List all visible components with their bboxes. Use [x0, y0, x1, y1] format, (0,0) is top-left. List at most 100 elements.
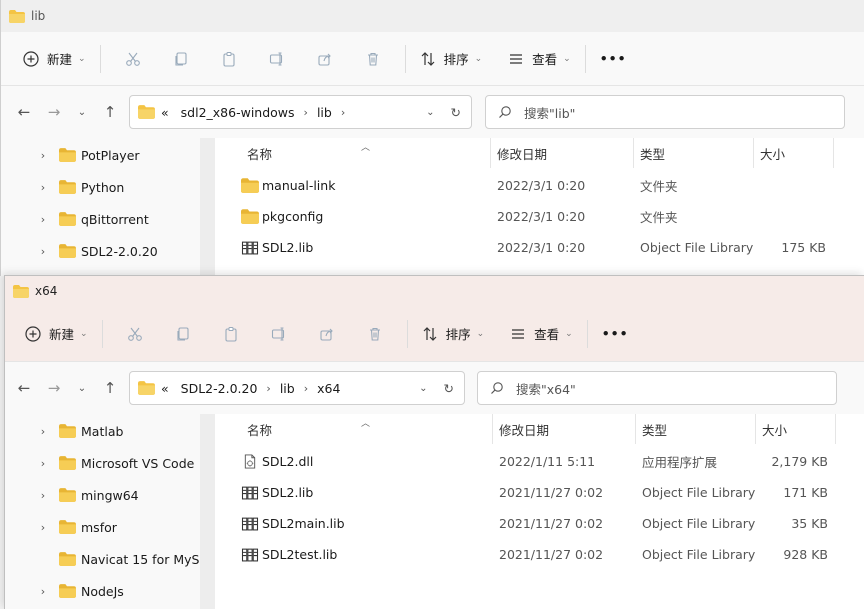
address-bar[interactable]: « SDL2-2.0.20 › lib › x64 ⌄ ↻: [129, 371, 465, 405]
chevron-right-icon[interactable]: ›: [33, 149, 53, 162]
table-row[interactable]: SDL2test.lib 2021/11/27 0:02 Object File…: [215, 539, 864, 570]
breadcrumb-overflow[interactable]: «: [161, 105, 169, 120]
table-row[interactable]: SDL2main.lib 2021/11/27 0:02 Object File…: [215, 508, 864, 539]
sidebar-item-msfor[interactable]: › msfor: [5, 511, 215, 543]
sidebar-item-sdl2[interactable]: › SDL2-2.0.20: [1, 235, 215, 267]
column-header-date[interactable]: 修改日期: [491, 138, 634, 168]
new-button[interactable]: 新建 ⌄: [19, 43, 92, 75]
breadcrumb-item[interactable]: lib: [280, 381, 295, 396]
search-box[interactable]: 搜索"x64": [477, 371, 837, 405]
sidebar-item-navicat[interactable]: Navicat 15 for MySQL: [5, 543, 215, 575]
search-box[interactable]: 搜索"lib": [485, 95, 845, 129]
sidebar-scrollbar[interactable]: [200, 138, 215, 276]
delete-button[interactable]: [349, 43, 397, 75]
navigation-pane[interactable]: › Matlab › Microsoft VS Code › mingw64 › msf…: [5, 414, 215, 609]
file-type: 文件夹: [640, 210, 678, 225]
explorer-window-lib[interactable]: lib 新建 ⌄ 排序 ⌄ 查看 ⌄ ••• ← → ⌄ ↑ « sdl2_x8…: [0, 0, 864, 276]
forward-button[interactable]: →: [39, 379, 69, 397]
file-list[interactable]: ︿ 名称 修改日期 类型 大小 manual-link 2022/3/1 0:2…: [215, 138, 864, 276]
file-name: SDL2.lib: [262, 485, 314, 500]
new-button[interactable]: 新建 ⌄: [23, 318, 94, 350]
chevron-right-icon[interactable]: ›: [33, 213, 53, 226]
share-button[interactable]: [301, 43, 349, 75]
chevron-right-icon[interactable]: ›: [33, 521, 53, 534]
chevron-right-icon[interactable]: ›: [33, 585, 53, 598]
view-button[interactable]: 查看 ⌄: [502, 43, 577, 75]
chevron-right-icon[interactable]: ›: [33, 457, 53, 470]
paste-button[interactable]: [205, 43, 253, 75]
delete-button[interactable]: [351, 318, 399, 350]
address-dropdown-icon[interactable]: ⌄: [419, 383, 427, 394]
sidebar-scrollbar[interactable]: [200, 414, 215, 609]
breadcrumb-overflow[interactable]: «: [161, 381, 169, 396]
sidebar-item-label: PotPlayer: [81, 147, 140, 163]
chevron-right-icon[interactable]: ›: [304, 382, 308, 395]
recent-locations-button[interactable]: ⌄: [69, 383, 95, 394]
sidebar-item-qbittorrent[interactable]: › qBittorrent: [1, 203, 215, 235]
view-button[interactable]: 查看 ⌄: [504, 318, 579, 350]
up-button[interactable]: ↑: [95, 379, 125, 397]
address-bar[interactable]: « sdl2_x86-windows › lib › ⌄ ↻: [129, 95, 472, 129]
column-header-date[interactable]: 修改日期: [493, 414, 636, 444]
sidebar-item-vscode[interactable]: › Microsoft VS Code: [5, 447, 215, 479]
cut-button[interactable]: [109, 43, 157, 75]
explorer-window-x64[interactable]: x64 新建 ⌄ 排序 ⌄ 查看 ⌄ ••• ← → ⌄ ↑ « SDL2-2.…: [4, 275, 864, 609]
file-date: 2022/1/11 5:11: [499, 454, 596, 469]
sort-button[interactable]: 排序 ⌄: [416, 318, 491, 350]
chevron-right-icon[interactable]: ›: [33, 245, 53, 258]
breadcrumb-item[interactable]: lib: [317, 105, 332, 120]
chevron-right-icon[interactable]: ›: [341, 106, 345, 119]
breadcrumb-item[interactable]: x64: [317, 381, 340, 396]
cut-button[interactable]: [111, 318, 159, 350]
table-row[interactable]: manual-link 2022/3/1 0:20 文件夹: [215, 170, 864, 201]
more-options-button[interactable]: •••: [594, 43, 633, 75]
rename-button[interactable]: [253, 43, 301, 75]
title-bar[interactable]: x64: [5, 276, 864, 306]
column-header-size[interactable]: 大小: [754, 138, 834, 168]
paste-button[interactable]: [207, 318, 255, 350]
arrow-right-icon: →: [47, 103, 61, 121]
column-header-type[interactable]: 类型: [634, 138, 754, 168]
sidebar-item-nodejs[interactable]: › NodeJs: [5, 575, 215, 607]
copy-button[interactable]: [157, 43, 205, 75]
refresh-icon[interactable]: ↻: [451, 105, 461, 120]
file-list[interactable]: ︿ 名称 修改日期 类型 大小 SDL2.dll 2022/1/11 5:11 …: [215, 414, 864, 609]
sidebar-item-potplayer[interactable]: › PotPlayer: [1, 139, 215, 171]
sidebar-item-mingw64[interactable]: › mingw64: [5, 479, 215, 511]
chevron-right-icon[interactable]: ›: [33, 425, 53, 438]
up-button[interactable]: ↑: [95, 103, 125, 121]
navigation-pane[interactable]: › PotPlayer › Python › qBittorrent › SDL2-2.…: [1, 138, 215, 276]
view-button-label: 查看: [532, 52, 558, 67]
chevron-right-icon[interactable]: ›: [33, 489, 53, 502]
breadcrumb-item[interactable]: sdl2_x86-windows: [181, 105, 295, 120]
column-header-type[interactable]: 类型: [636, 414, 756, 444]
chevron-right-icon[interactable]: ›: [304, 106, 308, 119]
rename-button[interactable]: [255, 318, 303, 350]
chevron-right-icon[interactable]: ›: [266, 382, 270, 395]
more-options-button[interactable]: •••: [596, 318, 635, 350]
sort-button[interactable]: 排序 ⌄: [414, 43, 489, 75]
copy-button[interactable]: [159, 318, 207, 350]
back-button[interactable]: ←: [9, 379, 39, 397]
table-row[interactable]: SDL2.lib 2021/11/27 0:02 Object File Lib…: [215, 477, 864, 508]
folder-icon: [241, 178, 259, 193]
breadcrumb-item[interactable]: SDL2-2.0.20: [181, 381, 258, 396]
back-button[interactable]: ←: [9, 103, 39, 121]
sidebar-item-matlab[interactable]: › Matlab: [5, 415, 215, 447]
forward-button[interactable]: →: [39, 103, 69, 121]
table-row[interactable]: SDL2.dll 2022/1/11 5:11 应用程序扩展 2,179 KB: [215, 446, 864, 477]
refresh-icon[interactable]: ↻: [444, 381, 454, 396]
sidebar-item-python[interactable]: › Python: [1, 171, 215, 203]
folder-icon: [138, 381, 155, 395]
title-bar[interactable]: lib: [1, 0, 864, 32]
table-row[interactable]: pkgconfig 2022/3/1 0:20 文件夹: [215, 201, 864, 232]
address-dropdown-icon[interactable]: ⌄: [426, 107, 434, 118]
sidebar-item-label: Python: [81, 179, 125, 195]
table-row[interactable]: SDL2.lib 2022/3/1 0:20 Object File Libra…: [215, 232, 864, 263]
recent-locations-button[interactable]: ⌄: [69, 107, 95, 118]
share-button[interactable]: [303, 318, 351, 350]
column-header-size[interactable]: 大小: [756, 414, 836, 444]
divider: [101, 319, 103, 348]
chevron-right-icon[interactable]: ›: [33, 181, 53, 194]
divider: [406, 319, 408, 348]
